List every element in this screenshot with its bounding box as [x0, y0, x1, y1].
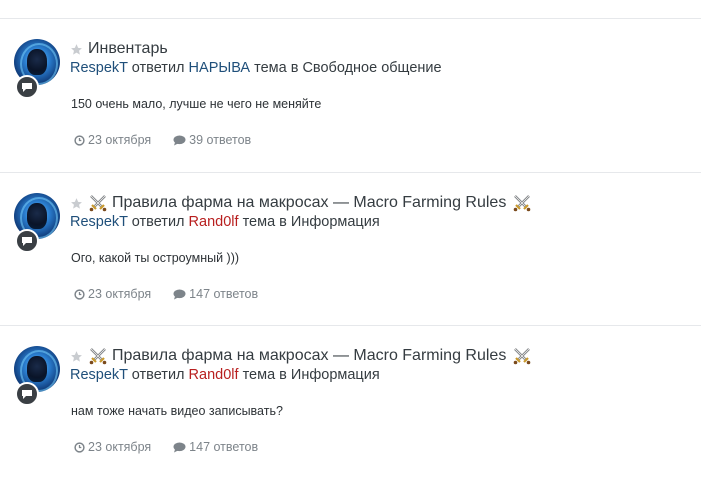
comment-icon	[173, 135, 186, 145]
star-icon[interactable]	[70, 43, 83, 56]
reply-count: 147 ответов	[189, 440, 259, 454]
in-text: тема в	[254, 60, 299, 76]
post-snippet: нам тоже начать видео записывать?	[71, 404, 283, 418]
date-stat[interactable]: 23 октября	[74, 440, 151, 454]
post-date: 23 октября	[88, 440, 152, 454]
topic-title-row: Правила фарма на макросах — Macro Farmin…	[70, 192, 532, 214]
crossed-swords-icon	[88, 193, 108, 213]
forum-link[interactable]: Информация	[291, 214, 380, 230]
date-stat[interactable]: 23 октября	[74, 287, 151, 301]
in-text: тема в	[242, 367, 287, 383]
crossed-swords-icon	[512, 193, 532, 213]
activity-meta: RespekT ответил НАРЫВА тема в Свободное …	[70, 60, 442, 76]
speech-bubble-icon	[15, 382, 39, 406]
post-snippet: 150 очень мало, лучше не чего не меняйте	[71, 97, 322, 111]
post-stats: 23 октября 147 ответов	[74, 287, 280, 301]
forum-link[interactable]: Информация	[291, 367, 380, 383]
topic-author-link[interactable]: Rand0lf	[189, 214, 239, 230]
forum-link[interactable]: Свободное общение	[302, 60, 441, 76]
user-link[interactable]: RespekT	[70, 214, 128, 230]
topic-author-link[interactable]: НАРЫВА	[189, 60, 251, 76]
verb-text: ответил	[131, 214, 185, 230]
crossed-swords-icon	[512, 346, 532, 366]
activity-meta: RespekT ответил Rand0lf тема в Информаци…	[70, 214, 380, 230]
post-date: 23 октября	[88, 287, 152, 301]
in-text: тема в	[242, 214, 287, 230]
replies-stat[interactable]: 147 ответов	[173, 440, 258, 454]
activity-item: Инвентарь RespekT ответил НАРЫВА тема в …	[0, 19, 701, 172]
topic-title-row: Инвентарь	[70, 38, 168, 60]
clock-icon	[74, 441, 85, 453]
replies-stat[interactable]: 147 ответов	[173, 287, 258, 301]
topic-title[interactable]: Инвентарь	[88, 40, 168, 58]
star-icon[interactable]	[70, 197, 83, 210]
activity-item: Правила фарма на макросах — Macro Farmin…	[0, 325, 701, 479]
speech-bubble-icon	[15, 75, 39, 99]
post-snippet: Ого, какой ты остроумный )))	[71, 251, 240, 265]
user-link[interactable]: RespekT	[70, 367, 128, 383]
user-link[interactable]: RespekT	[70, 60, 128, 76]
date-stat[interactable]: 23 октября	[74, 133, 151, 147]
verb-text: ответил	[131, 60, 185, 76]
crossed-swords-icon	[88, 346, 108, 366]
comment-icon	[173, 442, 186, 452]
speech-bubble-icon	[15, 229, 39, 253]
topic-author-link[interactable]: Rand0lf	[189, 367, 239, 383]
topic-title[interactable]: Правила фарма на макросах — Macro Farmin…	[112, 194, 506, 212]
verb-text: ответил	[131, 367, 185, 383]
topic-title[interactable]: Правила фарма на макросах — Macro Farmin…	[112, 347, 506, 365]
star-icon[interactable]	[70, 350, 83, 363]
reply-count: 147 ответов	[189, 287, 259, 301]
activity-meta: RespekT ответил Rand0lf тема в Информаци…	[70, 367, 380, 383]
clock-icon	[74, 288, 85, 300]
comment-icon	[173, 289, 186, 299]
replies-stat[interactable]: 39 ответов	[173, 133, 251, 147]
activity-item: Правила фарма на макросах — Macro Farmin…	[0, 172, 701, 326]
post-stats: 23 октября 147 ответов	[74, 440, 280, 454]
post-date: 23 октября	[88, 133, 152, 147]
reply-count: 39 ответов	[189, 133, 252, 147]
topic-title-row: Правила фарма на макросах — Macro Farmin…	[70, 345, 532, 367]
post-stats: 23 октября 39 ответов	[74, 133, 273, 147]
clock-icon	[74, 134, 85, 146]
